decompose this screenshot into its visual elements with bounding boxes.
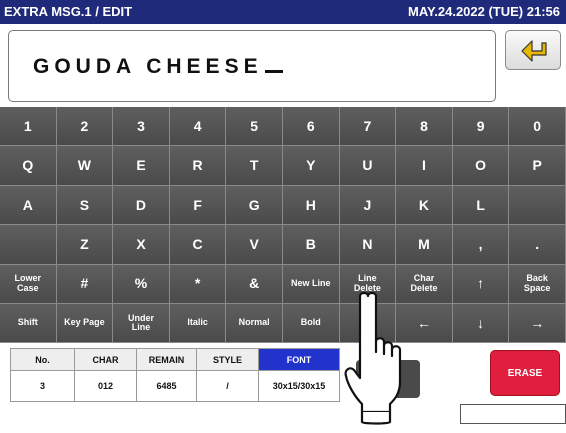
key-g[interactable]: G	[226, 185, 283, 226]
key-hash[interactable]: #	[56, 264, 114, 304]
key-period[interactable]: .	[509, 225, 566, 265]
status-panel: No. 3 CHAR 012 REMAIN 6485 STYLE / FONT 30x15/30x…	[10, 348, 340, 402]
key-0[interactable]: 0	[509, 107, 566, 147]
key-f[interactable]: F	[169, 185, 227, 226]
hidden-button[interactable]	[356, 360, 420, 398]
status-font-value: 30x15/30x15	[272, 381, 326, 391]
status-number: No. 3	[11, 349, 75, 401]
status-style: STYLE /	[197, 349, 259, 401]
status-font: FONT 30x15/30x15	[259, 349, 339, 401]
key-new-line[interactable]: New Line	[283, 264, 340, 304]
key-under-line[interactable]: Under Line	[113, 304, 170, 344]
key-lower-case[interactable]: Lower Case	[0, 264, 57, 304]
status-style-value: /	[226, 381, 229, 391]
key-k[interactable]: K	[396, 185, 453, 226]
key-5[interactable]: 5	[226, 107, 283, 147]
key-d[interactable]: D	[113, 185, 170, 226]
key-3[interactable]: 3	[113, 107, 170, 147]
key-back-space[interactable]: Back Space	[509, 264, 566, 304]
status-remain-label: REMAIN	[137, 349, 196, 371]
screen-title: EXTRA MSG.1 / EDIT	[4, 4, 133, 19]
status-remain: REMAIN 6485	[137, 349, 197, 401]
key-j[interactable]: J	[339, 185, 397, 226]
key-n[interactable]: N	[339, 225, 397, 265]
return-button[interactable]	[505, 30, 561, 70]
on-screen-keyboard: 1 2 3 4 5 6 7 8 9 0 Q W E R T Y U I O P A S D F G H J K L Z X C V B N M,. Lo…	[0, 107, 566, 344]
status-char: CHAR 012	[75, 349, 137, 401]
key-y[interactable]: Y	[283, 146, 340, 186]
key-right-arrow[interactable]: →	[509, 304, 566, 344]
status-number-label: No.	[11, 349, 74, 371]
key-blank[interactable]	[509, 185, 566, 226]
key-w[interactable]: W	[56, 146, 114, 186]
key-z[interactable]: Z	[56, 225, 114, 265]
entered-text: GOUDA CHEESE	[33, 55, 283, 79]
status-font-label: FONT	[259, 349, 339, 371]
key-left-arrow[interactable]: ←	[396, 304, 453, 344]
key-char-delete[interactable]: Char Delete	[396, 264, 453, 304]
key-r[interactable]: R	[169, 146, 227, 186]
key-x[interactable]: X	[113, 225, 170, 265]
key-ampersand[interactable]: &	[226, 264, 283, 304]
key-italic[interactable]: Italic	[169, 304, 227, 344]
key-i[interactable]: I	[396, 146, 453, 186]
key-blank[interactable]	[0, 225, 57, 265]
key-q[interactable]: Q	[0, 146, 57, 186]
key-t[interactable]: T	[226, 146, 283, 186]
key-p[interactable]: P	[509, 146, 566, 186]
status-char-value: 012	[97, 381, 114, 391]
title-bar: EXTRA MSG.1 / EDIT MAY.24.2022 (TUE) 21:…	[0, 0, 566, 24]
key-6[interactable]: 6	[283, 107, 340, 147]
key-8[interactable]: 8	[396, 107, 453, 147]
text-cursor	[264, 70, 283, 73]
key-u[interactable]: U	[339, 146, 397, 186]
bottom-field	[460, 404, 566, 424]
key-7[interactable]: 7	[339, 107, 397, 147]
status-remain-value: 6485	[156, 381, 177, 391]
status-style-label: STYLE	[197, 349, 258, 371]
key-1[interactable]: 1	[0, 107, 57, 147]
key-asterisk[interactable]: *	[169, 264, 227, 304]
key-c[interactable]: C	[169, 225, 227, 265]
key-bold[interactable]: Bold	[283, 304, 340, 344]
key-re[interactable]: Re	[339, 304, 397, 344]
key-a[interactable]: A	[0, 185, 57, 226]
date-time: MAY.24.2022 (TUE) 21:56	[408, 4, 560, 19]
key-b[interactable]: B	[283, 225, 340, 265]
key-e[interactable]: E	[113, 146, 170, 186]
status-char-label: CHAR	[75, 349, 136, 371]
key-2[interactable]: 2	[56, 107, 114, 147]
key-4[interactable]: 4	[169, 107, 227, 147]
text-display[interactable]: GOUDA CHEESE	[8, 30, 496, 102]
key-9[interactable]: 9	[452, 107, 510, 147]
key-v[interactable]: V	[226, 225, 283, 265]
erase-button[interactable]: ERASE	[490, 350, 560, 396]
key-up-arrow[interactable]: ↑	[452, 264, 510, 304]
key-o[interactable]: O	[452, 146, 510, 186]
key-percent[interactable]: %	[113, 264, 170, 304]
key-shift[interactable]: Shift	[0, 304, 57, 344]
key-s[interactable]: S	[56, 185, 114, 226]
key-l[interactable]: L	[452, 185, 510, 226]
key-h[interactable]: H	[283, 185, 340, 226]
key-down-arrow[interactable]: ↓	[452, 304, 510, 344]
return-arrow-icon	[521, 40, 547, 62]
key-m[interactable]: M	[396, 225, 453, 265]
key-key-page[interactable]: Key Page	[56, 304, 114, 344]
key-comma[interactable]: ,	[452, 225, 510, 265]
status-number-value: 3	[39, 381, 45, 391]
key-line-delete[interactable]: Line Delete	[339, 264, 397, 304]
key-normal[interactable]: Normal	[226, 304, 283, 344]
